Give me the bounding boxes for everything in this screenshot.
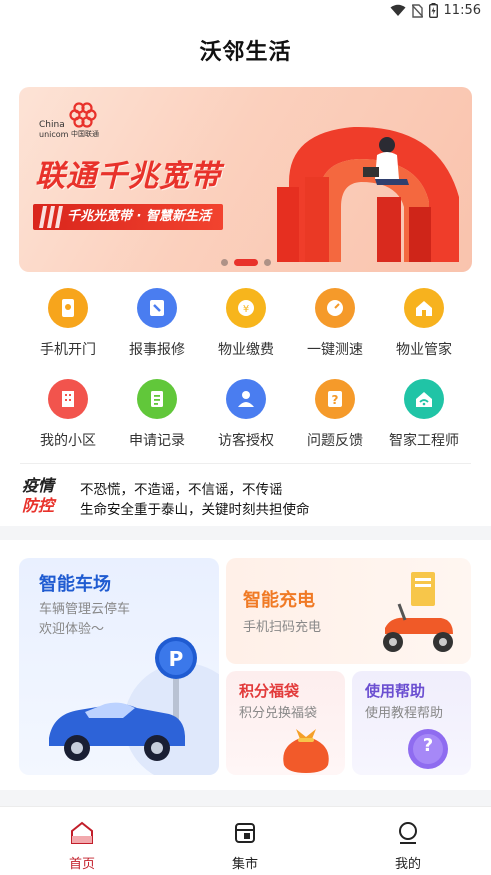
tab-home[interactable]: 首页 [37, 821, 127, 872]
tab-market[interactable]: 集市 [200, 821, 290, 872]
service-label: 手机开门 [40, 342, 96, 358]
battery-icon [428, 3, 438, 18]
service-label: 申请记录 [129, 433, 185, 449]
points-sub: 积分兑换福袋 [239, 706, 318, 721]
service-item-phone-door[interactable]: 手机开门 [23, 288, 113, 359]
notice-badge: 疫情 防控 [22, 476, 54, 516]
parking-sign-p: P [168, 647, 184, 671]
charging-title: 智能充电 [243, 590, 315, 611]
service-label: 物业缴费 [218, 342, 274, 358]
profile-icon [399, 822, 417, 844]
lucky-bag-icon [283, 729, 329, 773]
building-icon [48, 379, 88, 419]
home-icon [71, 821, 93, 844]
person-icon [226, 379, 266, 419]
logo-en-2: unicom [39, 130, 69, 139]
promo-banner[interactable]: China unicom 中国联通 联通千兆宽带 千兆光宽带 · 智慧新生活 [19, 87, 472, 272]
tab-label: 集市 [231, 857, 258, 872]
smart-charging-card[interactable]: 智能充电 手机扫码充电 [226, 558, 471, 664]
no-sim-icon [411, 3, 423, 18]
stripes-decoration [39, 206, 63, 228]
service-label: 我的小区 [40, 433, 96, 449]
charging-sub: 手机扫码充电 [243, 620, 322, 635]
carousel-dot[interactable] [263, 259, 271, 266]
svg-text:?: ? [332, 393, 339, 407]
service-item-speedtest[interactable]: 一键测速 [290, 288, 380, 359]
service-item-engineer[interactable]: 智家工程师 [379, 379, 469, 450]
carousel-dot-active[interactable] [233, 259, 258, 266]
points-lucky-bag-card[interactable]: 积分福袋 积分兑换福袋 [226, 671, 345, 775]
divider [20, 463, 471, 464]
service-item-visitor[interactable]: 访客授权 [201, 379, 291, 450]
service-item-repair[interactable]: 报事报修 [112, 288, 202, 359]
tab-label: 我的 [394, 857, 421, 872]
notice-badge-2: 防控 [22, 496, 55, 515]
usage-help-card[interactable]: 使用帮助 使用教程帮助 ? [352, 671, 471, 775]
question-icon: ? [315, 379, 355, 419]
service-label: 智家工程师 [389, 433, 459, 449]
smart-parking-card[interactable]: 智能车场 车辆管理云停车 欢迎体验～ P [19, 558, 219, 775]
logo-cn: 中国联通 [71, 130, 99, 138]
house-icon [404, 288, 444, 328]
notice-line-2: 生命安全重于泰山，关键时刻共担使命 [80, 502, 310, 518]
carousel-dots[interactable] [19, 259, 472, 266]
service-item-community[interactable]: 我的小区 [23, 379, 113, 450]
notice-badge-1: 疫情 [22, 476, 55, 495]
status-time: 11:56 [443, 3, 481, 18]
wifi-home-icon [404, 379, 444, 419]
wifi-icon [390, 4, 406, 16]
section-gap [0, 790, 491, 806]
service-item-payment[interactable]: ¥ 物业缴费 [201, 288, 291, 359]
service-label: 问题反馈 [307, 433, 363, 449]
service-label: 报事报修 [129, 342, 185, 358]
phone-door-icon [48, 288, 88, 328]
banner-headline: 联通千兆宽带 [35, 159, 221, 194]
page-title: 沃邻生活 [199, 40, 292, 65]
parking-title: 智能车场 [39, 574, 111, 595]
service-label: 物业管家 [396, 342, 452, 358]
payment-icon: ¥ [226, 288, 266, 328]
status-icons: 11:56 [390, 3, 481, 18]
notice-line-1: 不恐慌，不造谣，不信谣，不传谣 [80, 482, 283, 498]
section-gap [0, 526, 491, 540]
service-item-feedback[interactable]: ? 问题反馈 [290, 379, 380, 450]
tab-label: 首页 [68, 857, 95, 872]
carousel-dot[interactable] [220, 259, 228, 266]
service-label: 一键测速 [307, 342, 363, 358]
unicom-knot-icon [69, 102, 97, 128]
logo-en-1: China [39, 120, 65, 130]
gigabit-illustration [277, 126, 459, 262]
document-icon [137, 379, 177, 419]
bottom-tab-bar: 首页 集市 我的 [0, 806, 491, 875]
repair-icon [137, 288, 177, 328]
service-item-steward[interactable]: 物业管家 [379, 288, 469, 359]
status-bar: 11:56 [0, 0, 491, 24]
svg-text:¥: ¥ [243, 304, 249, 315]
speedometer-icon [315, 288, 355, 328]
parking-illustration [49, 637, 219, 775]
parking-sub-1: 车辆管理云停车 [39, 602, 131, 617]
service-label: 访客授权 [218, 433, 274, 449]
service-item-records[interactable]: 申请记录 [112, 379, 202, 450]
help-badge-mark: ? [422, 735, 434, 756]
epidemic-notice[interactable]: 疫情 防控 不恐慌，不造谣，不信谣，不传谣 生命安全重于泰山，关键时刻共担使命 [22, 474, 472, 522]
scooter-illustration [383, 572, 453, 652]
help-title: 使用帮助 [365, 682, 426, 700]
tab-profile[interactable]: 我的 [363, 821, 453, 872]
market-icon [235, 823, 255, 843]
help-sub: 使用教程帮助 [365, 706, 444, 721]
points-title: 积分福袋 [239, 682, 300, 700]
